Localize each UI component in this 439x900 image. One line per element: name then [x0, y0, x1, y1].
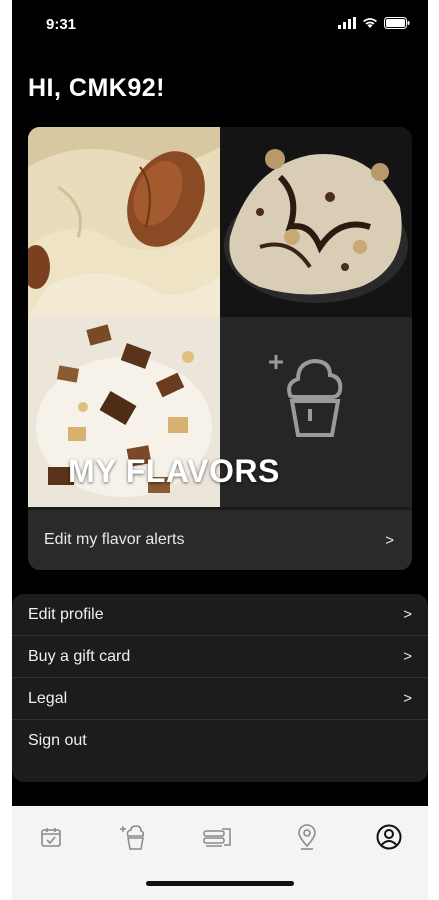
chevron-right-icon: > [403, 648, 412, 665]
tab-calendar[interactable] [36, 822, 66, 852]
settings-item-sign-out[interactable]: Sign out [12, 720, 428, 762]
settings-item-label: Legal [28, 689, 68, 707]
location-pin-icon [298, 824, 316, 850]
wifi-icon [363, 18, 377, 28]
tab-menu[interactable] [202, 822, 232, 852]
home-indicator [146, 881, 294, 886]
flavor-image-cookies[interactable] [220, 127, 412, 317]
status-icons [338, 17, 410, 29]
settings-item-label: Buy a gift card [28, 647, 131, 665]
tab-account[interactable] [374, 822, 404, 852]
signal-icon [338, 17, 356, 29]
tab-locations[interactable] [292, 822, 322, 852]
settings-item-buy-gift-card[interactable]: Buy a gift card > [12, 636, 428, 678]
greeting-heading: HI, CMK92! [28, 74, 165, 102]
settings-item-label: Sign out [28, 732, 87, 749]
chevron-right-icon: > [385, 531, 394, 549]
calendar-icon [41, 828, 61, 847]
settings-item-legal[interactable]: Legal > [12, 678, 428, 720]
account-icon [376, 824, 402, 850]
tab-add-flavor[interactable] [118, 822, 148, 852]
chevron-right-icon: > [403, 606, 412, 623]
edit-flavor-alerts-button[interactable]: Edit my flavor alerts > [28, 510, 412, 570]
my-flavors-card[interactable]: MY FLAVORS Edit my flavor alerts > [28, 127, 412, 570]
app-screen: 9:31 HI, CMK92! MY FLAVORS Edit my flavo… [12, 0, 428, 900]
my-flavors-title: MY FLAVORS [68, 453, 280, 489]
settings-item-label: Edit profile [28, 605, 104, 623]
settings-list: Edit profile > Buy a gift card > Legal >… [12, 594, 428, 782]
chevron-right-icon: > [403, 690, 412, 707]
flavor-image-almond[interactable] [28, 127, 220, 317]
status-time: 9:31 [46, 16, 77, 33]
status-bar: 9:31 [12, 0, 428, 50]
menu-sandwich-icon [203, 828, 231, 847]
edit-flavor-alerts-label: Edit my flavor alerts [44, 531, 185, 548]
add-flavor-icon [269, 355, 343, 437]
add-flavor-icon [120, 825, 144, 850]
settings-item-edit-profile[interactable]: Edit profile > [12, 594, 428, 636]
battery-icon [384, 17, 410, 29]
